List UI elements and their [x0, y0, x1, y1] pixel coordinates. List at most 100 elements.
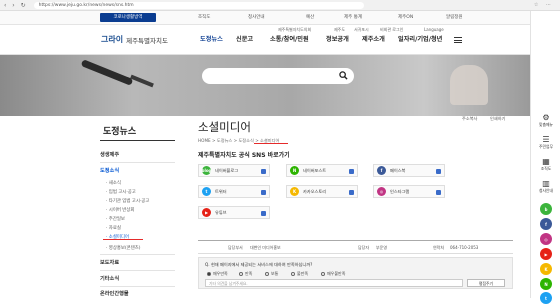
contact-info: 담당부서 대변인 미디어홍보 담당자 부운영 연락처 064-710-2053 [198, 240, 513, 254]
hero-banner [0, 55, 530, 116]
sns-naver-post-button[interactable]: N 네이버포스트 [286, 164, 358, 177]
lnb-sub-new[interactable]: · 새소식 [106, 180, 121, 186]
survey-option-unsatisfied[interactable]: 불만족 [291, 271, 308, 277]
active-underline [103, 239, 143, 240]
option-label: 보통 [271, 271, 279, 276]
quick-org-chart[interactable]: ▦ 조직도 [537, 157, 555, 171]
gear-icon: ⚙ [542, 113, 550, 122]
survey-option-normal[interactable]: 보통 [265, 271, 278, 277]
sns-label: 유튜브 [215, 209, 227, 215]
sns-twitter-button[interactable]: t 트위터 [198, 185, 270, 198]
lnb-divider [100, 254, 175, 255]
address-bar[interactable]: https://www.jeju.go.kr/news/news/sns.htm [33, 1, 364, 9]
external-link-icon [349, 168, 354, 174]
search-icon[interactable] [339, 71, 348, 80]
youtube-icon[interactable]: ▶ [540, 248, 552, 260]
gnb-jobs[interactable]: 일자리/기업/청년 [398, 34, 442, 43]
person-image [450, 65, 488, 105]
search-input[interactable] [202, 68, 354, 84]
quick-office-guide[interactable]: ▥ 청사안내 [537, 179, 555, 193]
browser-nav-icons[interactable]: ‹ › ↻ [4, 2, 28, 9]
util-link-office[interactable]: 청사안내 [248, 14, 265, 20]
gnb-news[interactable]: 도정뉴스 [200, 34, 223, 43]
sns-youtube-button[interactable]: ▶ 유튜브 [198, 206, 270, 219]
quick-label: 주민업무 [539, 144, 553, 149]
util-link-budget[interactable]: 예산 [306, 14, 314, 20]
sub-link-login[interactable]: 비회관 로그인 [380, 27, 403, 33]
covid-badge-link[interactable]: 코로나생활방역 [100, 13, 156, 22]
survey-submit-button[interactable]: 평점주기 [467, 279, 505, 287]
naver-blog-icon[interactable]: b [540, 203, 552, 215]
language-select[interactable]: Language [424, 27, 444, 32]
browser-tools-icons[interactable]: ☆ ⋯ [534, 2, 554, 8]
sns-label: 페이스북 [390, 167, 406, 173]
sub-link-seogwipo[interactable]: 서귀포시 [354, 27, 369, 33]
sns-naver-blog-button[interactable]: blog 네이버블로그 [198, 164, 270, 177]
satisfaction-survey: Q. 현재 페이지에서 제공되는 서비스에 대하여 만족하십니까? 매우만족 만… [198, 257, 513, 289]
radio-icon [265, 272, 269, 276]
quick-resident-services[interactable]: ☰ 주민업무 [537, 135, 555, 149]
gnb-about[interactable]: 제주소개 [362, 34, 385, 43]
kakaostory-icon[interactable]: K [540, 263, 552, 275]
lnb-sub-cyber-meeting[interactable]: · 시이버 반상회 [106, 207, 134, 213]
phone-label: 연락처 [433, 245, 445, 250]
util-link-stats[interactable]: 제주 통계 [344, 14, 362, 20]
page-title: 소셜미디어 [198, 120, 251, 134]
person-value: 부운영 [376, 245, 388, 250]
kakaostory-icon: K [290, 187, 299, 196]
sub-link-jeju[interactable]: 제주도 [334, 27, 345, 33]
option-label: 만족 [245, 271, 253, 276]
org-chart-icon: ▦ [542, 157, 550, 166]
quick-custom-menu[interactable]: ⚙ 맞춤메뉴 [537, 113, 555, 127]
lnb-divider [100, 140, 175, 141]
sns-kakaostory-button[interactable]: K 카카오스토리 [286, 185, 358, 198]
browser-toolbar: ‹ › ↻ https://www.jeju.go.kr/news/news/s… [0, 0, 560, 11]
util-link-notice[interactable]: 알림정원 [446, 14, 463, 20]
util-link-org[interactable]: 조직도 [198, 14, 210, 20]
survey-option-very-unsatisfied[interactable]: 매우불만족 [321, 271, 345, 277]
radio-icon [207, 272, 211, 276]
site-logo[interactable]: 그라이 제주특별자치도 [101, 34, 168, 45]
survey-option-very-satisfied[interactable]: 매우만족 [207, 271, 228, 277]
survey-comment-input[interactable]: 기타 의견을 남겨주세요. [205, 279, 463, 287]
util-link-jejuon[interactable]: 제주ON [398, 14, 413, 20]
facebook-icon[interactable]: f [540, 218, 552, 230]
lnb-item-publications[interactable]: 온라인간행물 [100, 290, 129, 297]
lnb-item-live-jeju[interactable]: 생생제주 [100, 151, 119, 158]
twitter-icon[interactable]: t [540, 292, 552, 304]
gnb-open-info[interactable]: 정보공개 [326, 34, 349, 43]
lnb-sub-other-legislation[interactable]: · 타기관 입법 고시·공고 [106, 198, 149, 204]
person-label: 담당자 [358, 245, 370, 250]
menu-hamburger-icon[interactable] [454, 37, 462, 43]
dept-value: 대변인 미디어홍보 [250, 245, 281, 250]
naver-post-icon[interactable]: N [540, 278, 552, 290]
phone-value: 064-710-2053 [450, 245, 479, 250]
site-header: 그라이 제주특별자치도 제주특별자치도의회 제주도 서귀포시 비회관 로그인 L… [0, 25, 530, 55]
gnb-participation[interactable]: 소통/참여/민원 [270, 34, 309, 43]
microphone-image [80, 59, 134, 86]
lnb-divider [100, 286, 175, 287]
sns-instagram-button[interactable]: ◎ 인스타그램 [373, 185, 445, 198]
sub-link-council[interactable]: 제주특별자치도의회 [278, 27, 311, 33]
youtube-icon: ▶ [202, 208, 211, 217]
print-button[interactable]: 인쇄하기 [490, 116, 505, 122]
lnb-sub-video[interactable]: · 영상홍보(콘텐츠) [106, 245, 141, 251]
lnb-item-etc[interactable]: 기타소식 [100, 275, 119, 282]
external-link-icon [436, 168, 441, 174]
naver-post-icon: N [290, 166, 299, 175]
quick-label: 조직도 [540, 166, 552, 171]
lnb-item-news[interactable]: 도정소식 [100, 167, 119, 174]
naver-blog-icon: blog [201, 166, 212, 175]
lnb-sub-legislation[interactable]: · 입법 고시·공고 [106, 189, 136, 195]
lnb-item-press[interactable]: 보도자료 [100, 259, 119, 266]
lnb-sub-archive[interactable]: · 자료실 [106, 225, 121, 231]
lnb-sub-weekly[interactable]: · 주간일보 [106, 216, 125, 222]
lnb-divider [100, 270, 175, 271]
survey-option-satisfied[interactable]: 만족 [239, 271, 252, 277]
microphone-stand-image [130, 74, 154, 88]
section-title: 제주특별자치도 공식 SNS 바로가기 [198, 152, 290, 159]
instagram-icon[interactable]: ◎ [540, 233, 552, 245]
sns-facebook-button[interactable]: f 페이스북 [373, 164, 445, 177]
copy-url-button[interactable]: 주소복사 [462, 116, 477, 122]
gnb-petition[interactable]: 신문고 [236, 34, 253, 43]
